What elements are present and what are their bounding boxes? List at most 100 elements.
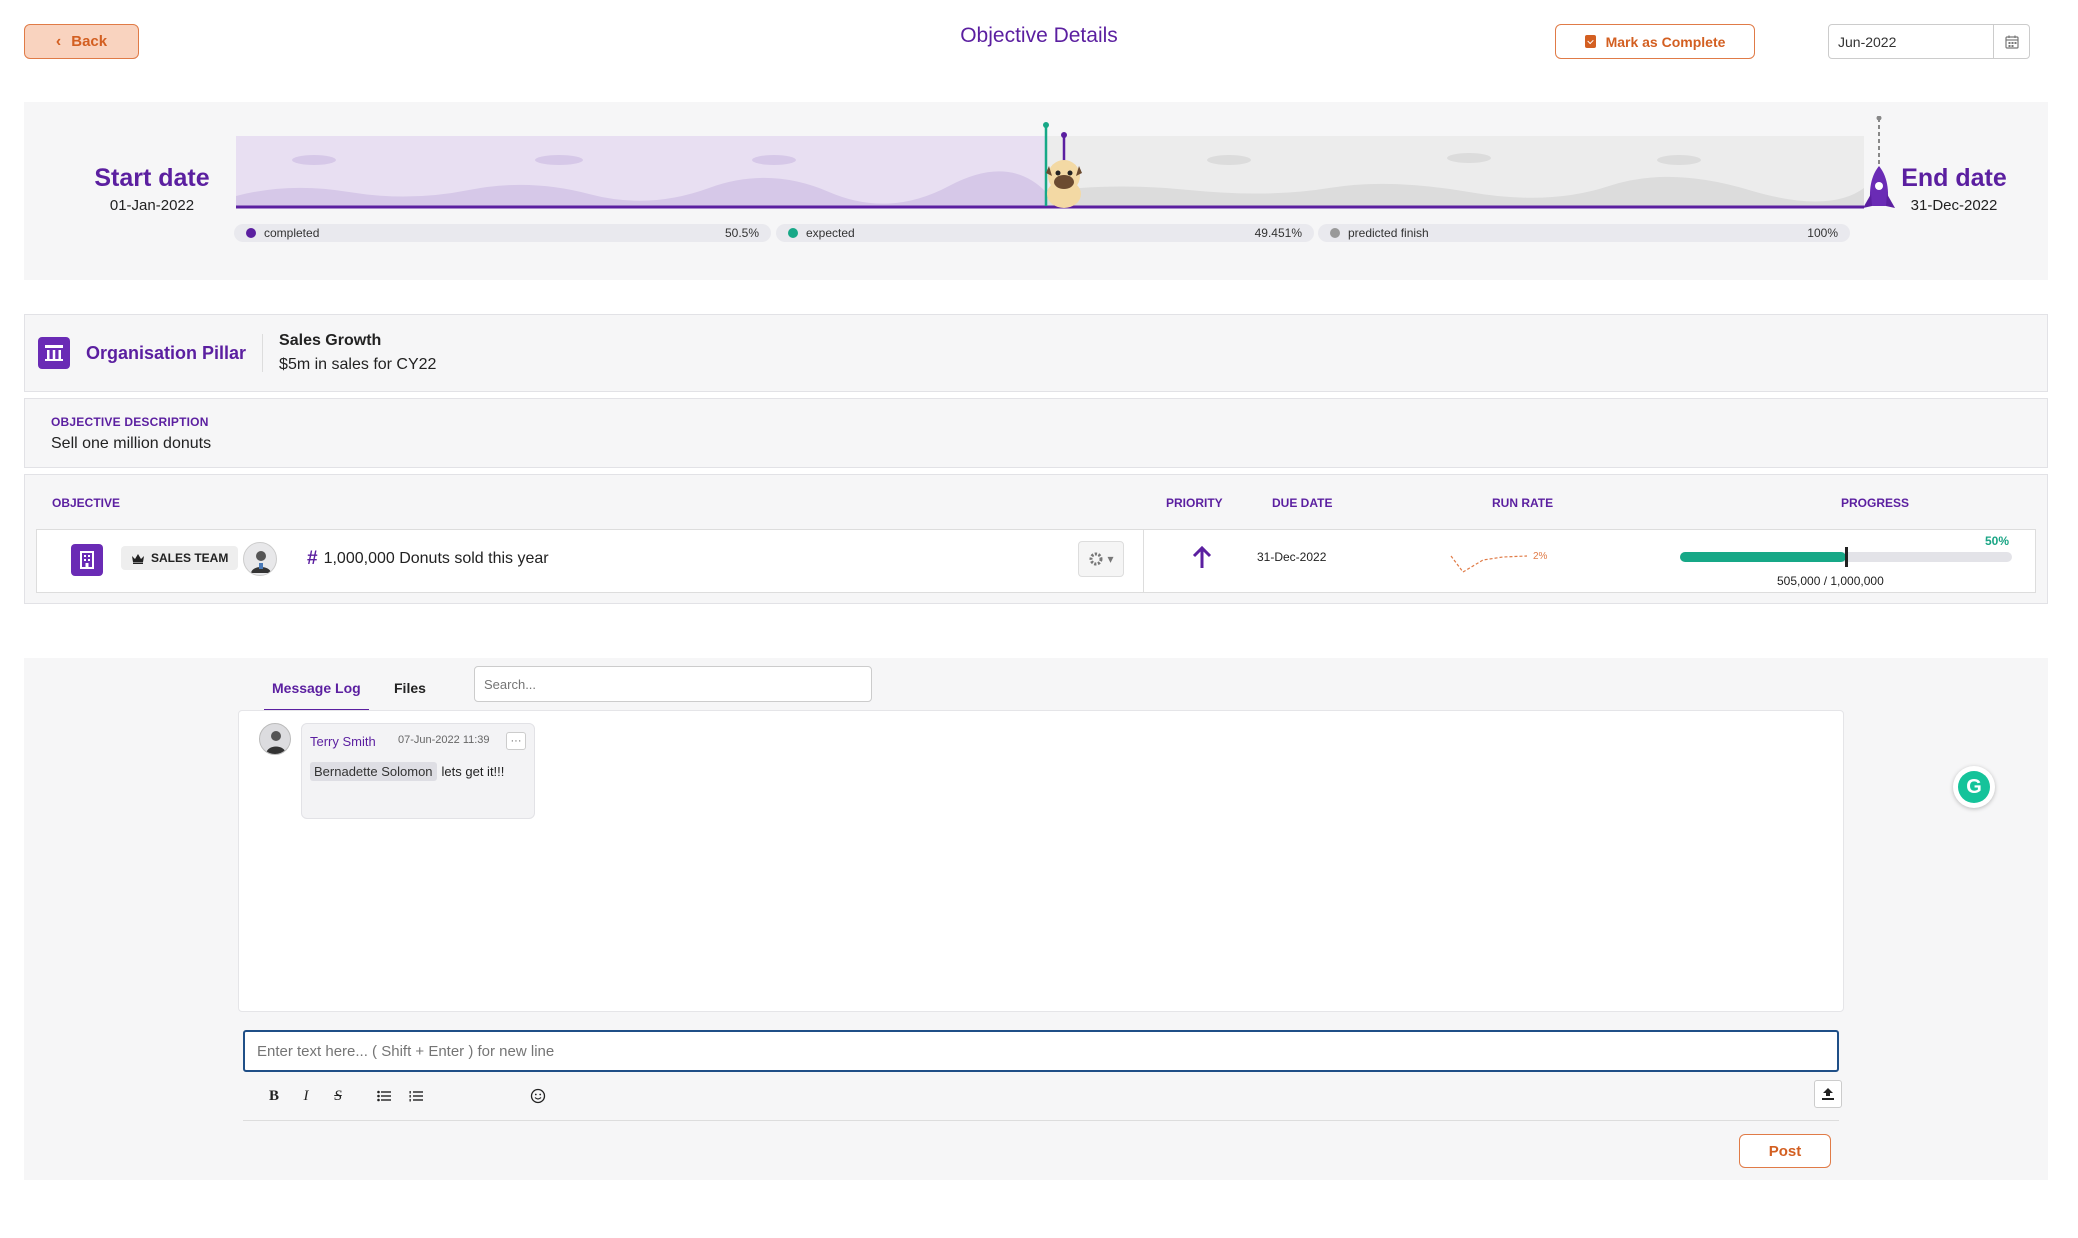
objective-settings-button[interactable]: ▾	[1078, 541, 1124, 577]
description-text: Sell one million donuts	[51, 435, 212, 452]
building-pillar-icon	[38, 337, 70, 369]
mention-tag[interactable]: Bernadette Solomon	[310, 762, 437, 781]
clipboard-check-icon	[1584, 35, 1596, 48]
avatar[interactable]	[259, 723, 291, 755]
message-panel: Message Log Files Terry Smith 07-Jun-202…	[24, 658, 2048, 1180]
table-row[interactable]: SALES TEAM # 1,000,000 Donuts sold this …	[36, 529, 2036, 593]
objectives-table: OBJECTIVE PRIORITY DUE DATE RUN RATE PRO…	[24, 474, 2048, 604]
header-progress: PROGRESS	[1841, 496, 1910, 510]
run-rate-sparkline: 2%	[1450, 551, 1548, 573]
message-card: Terry Smith 07-Jun-2022 11:39 ··· Bernad…	[301, 723, 535, 819]
hash-icon: #	[307, 548, 318, 569]
header-run-rate: RUN RATE	[1492, 496, 1554, 510]
progress-percent: 50%	[1985, 534, 2010, 548]
message-search-input[interactable]	[474, 666, 872, 702]
numbered-list-icon[interactable]	[400, 1082, 432, 1110]
tab-files[interactable]: Files	[386, 676, 434, 711]
pillar-label: Organisation Pillar	[86, 334, 264, 372]
team-badge-label: SALES TEAM	[151, 551, 229, 565]
run-rate-label: 2%	[1533, 551, 1548, 562]
owner-avatar[interactable]	[243, 542, 277, 576]
description-label: OBJECTIVE DESCRIPTION	[51, 415, 209, 429]
arrow-up-icon[interactable]	[1191, 545, 1213, 571]
pillar-subtitle: $5m in sales for CY22	[279, 356, 437, 373]
compose-divider	[243, 1120, 1839, 1121]
completed-marker-dot	[1061, 132, 1067, 138]
crown-icon	[132, 553, 144, 564]
grammarly-icon[interactable]: G	[1953, 766, 1995, 808]
progress-counts: 505,000 / 1,000,000	[1777, 574, 1884, 588]
header-objective: OBJECTIVE	[52, 496, 121, 510]
period-picker[interactable]: Jun-2022	[1828, 24, 2030, 59]
progress-fill	[1680, 552, 1846, 562]
cloud	[292, 155, 336, 165]
pug-mascot-icon	[1046, 160, 1082, 208]
expected-marker-dot	[1043, 122, 1049, 128]
legend-completed-label: completed	[264, 226, 320, 240]
emoji-icon[interactable]	[522, 1082, 554, 1110]
header-priority: PRIORITY	[1166, 496, 1223, 510]
mark-complete-button[interactable]: Mark as Complete	[1555, 24, 1755, 59]
bold-icon[interactable]: B	[258, 1082, 290, 1110]
predicted-finish-dot	[1876, 116, 1882, 121]
end-date-block: End date 31-Dec-2022	[1882, 164, 2026, 214]
more-options-button[interactable]: ···	[506, 732, 526, 750]
legend-expected: expected 49.451%	[776, 224, 1314, 242]
period-value[interactable]: Jun-2022	[1829, 34, 1993, 50]
start-date-label: Start date	[94, 164, 210, 192]
objective-name-text: 1,000,000 Donuts sold this year	[323, 550, 549, 567]
legend-expected-value: 49.451%	[1254, 226, 1302, 240]
header-due-date: DUE DATE	[1272, 496, 1333, 510]
cloud	[1447, 153, 1491, 163]
cloud	[535, 155, 583, 165]
cloud	[1207, 155, 1251, 165]
legend-completed-value: 50.5%	[724, 226, 759, 240]
legend-completed-dot	[246, 228, 256, 238]
format-toolbar: B I S	[258, 1082, 554, 1110]
start-date-block: Start date 01-Jan-2022	[72, 164, 232, 214]
gear-icon	[1089, 552, 1103, 566]
message-author[interactable]: Terry Smith	[310, 734, 376, 749]
legend-expected-dot	[788, 228, 798, 238]
tab-message-log[interactable]: Message Log	[264, 676, 369, 711]
page-title: Objective Details	[960, 24, 1118, 47]
message-text: lets get it!!!	[441, 764, 505, 779]
row-divider	[1143, 530, 1144, 592]
team-badge[interactable]: SALES TEAM	[121, 546, 239, 570]
legend-predicted-dot	[1330, 228, 1340, 238]
cloud	[752, 155, 796, 165]
pillar-text: Sales Growth $5m in sales for CY22	[279, 332, 436, 374]
start-date-value: 01-Jan-2022	[109, 197, 195, 214]
message-time: 07-Jun-2022 11:39	[398, 734, 490, 746]
legend-expected-label: expected	[806, 226, 855, 240]
calendar-icon[interactable]	[1993, 25, 2029, 58]
objective-description-panel: OBJECTIVE DESCRIPTION Sell one million d…	[24, 398, 2048, 468]
cloud	[1657, 155, 1701, 165]
due-date: 31-Dec-2022	[1257, 550, 1327, 564]
italic-icon[interactable]: I	[290, 1082, 322, 1110]
caret-down-icon: ▾	[1107, 552, 1114, 566]
message-body: Bernadette Solomon lets get it!!!	[310, 762, 504, 781]
mark-complete-label: Mark as Complete	[1605, 33, 1726, 50]
building-icon	[71, 544, 103, 576]
post-button[interactable]: Post	[1739, 1134, 1831, 1168]
message-compose-input[interactable]	[243, 1030, 1839, 1072]
grammarly-badge: G	[1958, 771, 1990, 803]
progress-bar	[1680, 547, 2012, 567]
bullet-list-icon[interactable]	[368, 1082, 400, 1110]
end-date-value: 31-Dec-2022	[1910, 197, 1998, 214]
upload-icon[interactable]	[1814, 1080, 1842, 1108]
pillar-title: Sales Growth	[279, 332, 382, 349]
progress-marker	[1845, 547, 1848, 567]
timeline-track	[236, 116, 1895, 209]
timeline-panel: Start date 01-Jan-2022 completed 50.5% e…	[24, 102, 2048, 280]
legend-predicted-label: predicted finish	[1348, 226, 1429, 240]
end-date-label: End date	[1901, 164, 2007, 192]
run-rate-line	[1450, 555, 1528, 573]
organisation-pillar-panel: Organisation Pillar Sales Growth $5m in …	[24, 314, 2048, 392]
legend-predicted-finish: predicted finish 100%	[1318, 224, 1850, 242]
legend-predicted-value: 100%	[1807, 226, 1838, 240]
strikethrough-icon[interactable]: S	[322, 1082, 354, 1110]
legend-completed: completed 50.5%	[234, 224, 771, 242]
objective-name[interactable]: # 1,000,000 Donuts sold this year	[307, 548, 549, 570]
